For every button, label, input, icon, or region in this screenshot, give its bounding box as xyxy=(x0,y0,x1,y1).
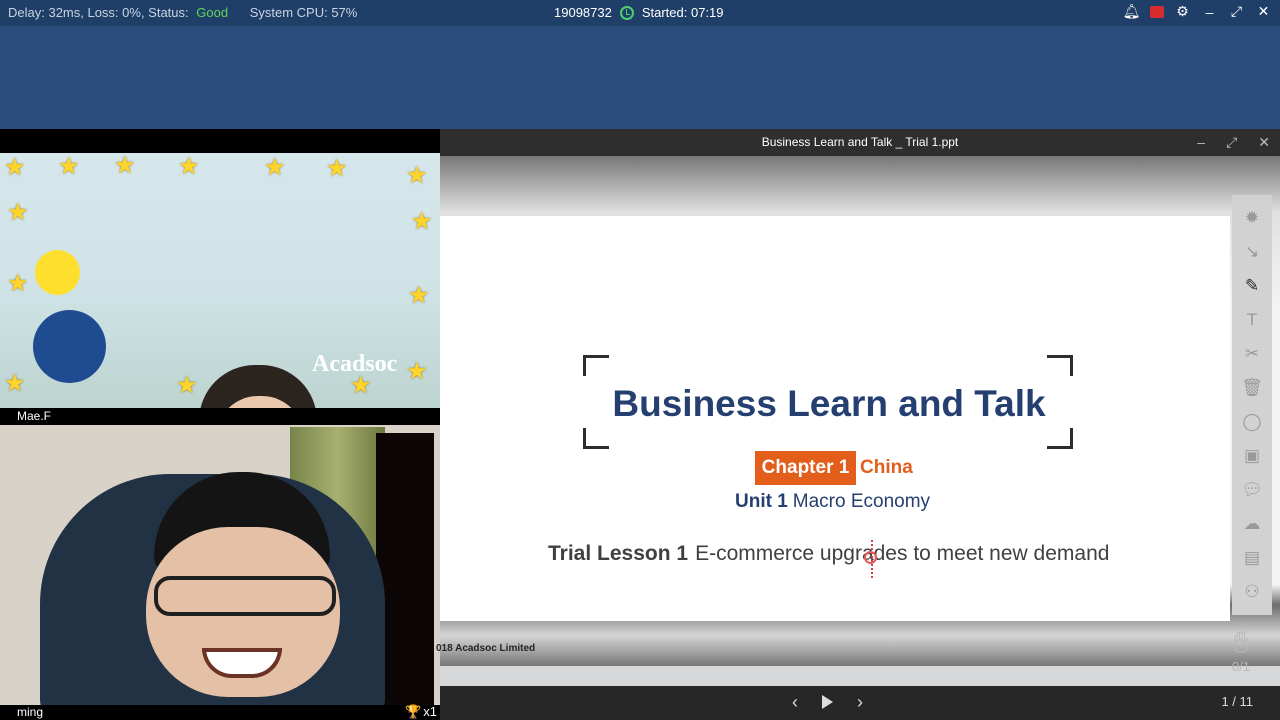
session-info: 19098732 Started: 07:19 xyxy=(554,5,724,20)
hand-icon: ✋︎ xyxy=(1232,627,1250,659)
bracket-decoration xyxy=(583,428,609,449)
star-decoration: ★ xyxy=(408,282,430,309)
maximize-icon[interactable]: ⤢ xyxy=(1228,3,1245,20)
star-decoration: ★ xyxy=(4,154,26,181)
session-id: 19098732 xyxy=(554,5,612,20)
clock-icon xyxy=(619,5,634,20)
flower-pot xyxy=(33,310,106,383)
presentation-window-controls: – ⤢ ✕ xyxy=(1197,129,1270,156)
whiteboard-icon[interactable]: ▣ xyxy=(1240,445,1264,467)
star-decoration: ★ xyxy=(7,199,29,226)
trophy-icon: 🏆 x1 xyxy=(405,704,437,719)
move-icon[interactable]: ↘ xyxy=(1240,241,1264,263)
slide-title: Business Learn and Talk xyxy=(612,383,1046,424)
bracket-decoration xyxy=(1047,428,1073,449)
delay-loss-status: Delay: 32ms, Loss: 0%, Status: xyxy=(8,5,189,20)
annotation-toolbar: ✹ ↘ ✎ T ✂ 🗑︎ ◯ ▣ 💬︎ ☁ ▤ ⚇ xyxy=(1232,195,1272,615)
trophy-count: x1 xyxy=(423,704,437,719)
lesson-label: Trial Lesson 1 xyxy=(548,542,689,565)
bracket-decoration xyxy=(1047,355,1073,376)
star-decoration: ★ xyxy=(411,208,433,235)
sunflower-icon xyxy=(35,250,80,295)
text-icon[interactable]: T xyxy=(1240,309,1264,331)
chapter-label: Chapter 1 xyxy=(755,451,856,485)
page-indicator: 1 / 11 xyxy=(1221,694,1253,709)
toolbox-icon[interactable]: ▤ xyxy=(1240,547,1264,569)
chapter-name: China xyxy=(860,457,913,478)
star-decoration: ★ xyxy=(406,162,428,189)
pointer-circle xyxy=(864,551,877,564)
copyright-text: 018 Acadsoc Limited xyxy=(436,643,536,654)
cloud-icon[interactable]: ☁ xyxy=(1240,513,1264,535)
chapter-heading: Chapter 1 China xyxy=(755,451,913,485)
started-time: Started: 07:19 xyxy=(641,5,724,20)
star-decoration: ★ xyxy=(4,370,26,397)
next-icon[interactable]: › xyxy=(857,692,863,713)
presentation-title: Business Learn and Talk _ Trial 1.ppt xyxy=(440,129,1280,156)
system-cpu: System CPU: 57% xyxy=(249,5,358,20)
star-decoration: ★ xyxy=(58,153,80,180)
student-name: ming xyxy=(0,705,440,720)
teacher-name: Mae.F xyxy=(0,408,440,425)
unit-label: Unit 1 xyxy=(735,491,788,512)
chat-icon[interactable]: 💬︎ xyxy=(1240,479,1264,501)
close-icon[interactable]: ✕ xyxy=(1255,3,1272,20)
lesson-heading: Trial Lesson 1 E-commerce upgrades to mee… xyxy=(548,542,1109,566)
bell-icon[interactable]: 🔔︎ xyxy=(1123,3,1141,20)
star-decoration: ★ xyxy=(176,372,198,399)
star-decoration: ★ xyxy=(406,358,428,385)
scissors-icon[interactable]: ✂ xyxy=(1240,343,1264,365)
star-decoration: ★ xyxy=(178,153,200,180)
expand-icon[interactable]: ⤢ xyxy=(1226,129,1237,156)
star-decoration: ★ xyxy=(7,270,29,297)
minimize-icon[interactable]: – xyxy=(1197,129,1205,156)
people-icon[interactable]: ⚇ xyxy=(1240,581,1264,603)
navigation-buttons: ‹ › xyxy=(792,692,863,713)
record-icon[interactable]: ◯ xyxy=(1240,411,1264,433)
teacher-video: ★ ★ ★ ★ ★ ★ ★ ★ ★ ★ ★ ★ ★ ★ ★ Acadsoc xyxy=(0,129,440,531)
trash-icon[interactable]: 🗑︎ xyxy=(1240,377,1264,399)
star-decoration: ★ xyxy=(264,154,286,181)
play-icon[interactable] xyxy=(822,695,833,709)
student-video xyxy=(0,425,440,720)
pen-icon[interactable]: ✎ xyxy=(1240,275,1264,297)
connection-status: Delay: 32ms, Loss: 0%, Status: Good Syst… xyxy=(8,5,361,20)
unit-heading: Unit 1 Macro Economy xyxy=(735,491,930,513)
acadsoc-logo: Acadsoc xyxy=(312,351,398,377)
window-controls: 🔔︎ ⚙ – ⤢ ✕ xyxy=(1123,3,1272,20)
raise-hand-counter[interactable]: ✋︎ 0/1 xyxy=(1221,628,1261,676)
hand-count: 0/1 xyxy=(1231,659,1251,674)
status-bar: Delay: 32ms, Loss: 0%, Status: Good Syst… xyxy=(0,0,1280,26)
glasses xyxy=(154,576,336,616)
minimize-icon[interactable]: – xyxy=(1201,3,1218,20)
status-good: Good xyxy=(196,5,229,20)
close-icon[interactable]: ✕ xyxy=(1258,129,1270,156)
top-banner xyxy=(0,26,1280,129)
star-decoration: ★ xyxy=(114,153,136,179)
unit-name: Macro Economy xyxy=(792,491,931,512)
laser-icon[interactable]: ✹ xyxy=(1240,207,1264,229)
bracket-decoration xyxy=(583,355,609,376)
gear-icon[interactable]: ⚙ xyxy=(1174,3,1191,20)
lesson-title: E-commerce upgrades to meet new demand xyxy=(695,542,1110,565)
previous-icon[interactable]: ‹ xyxy=(792,692,798,713)
star-decoration: ★ xyxy=(326,155,348,182)
record-icon[interactable] xyxy=(1150,5,1164,18)
